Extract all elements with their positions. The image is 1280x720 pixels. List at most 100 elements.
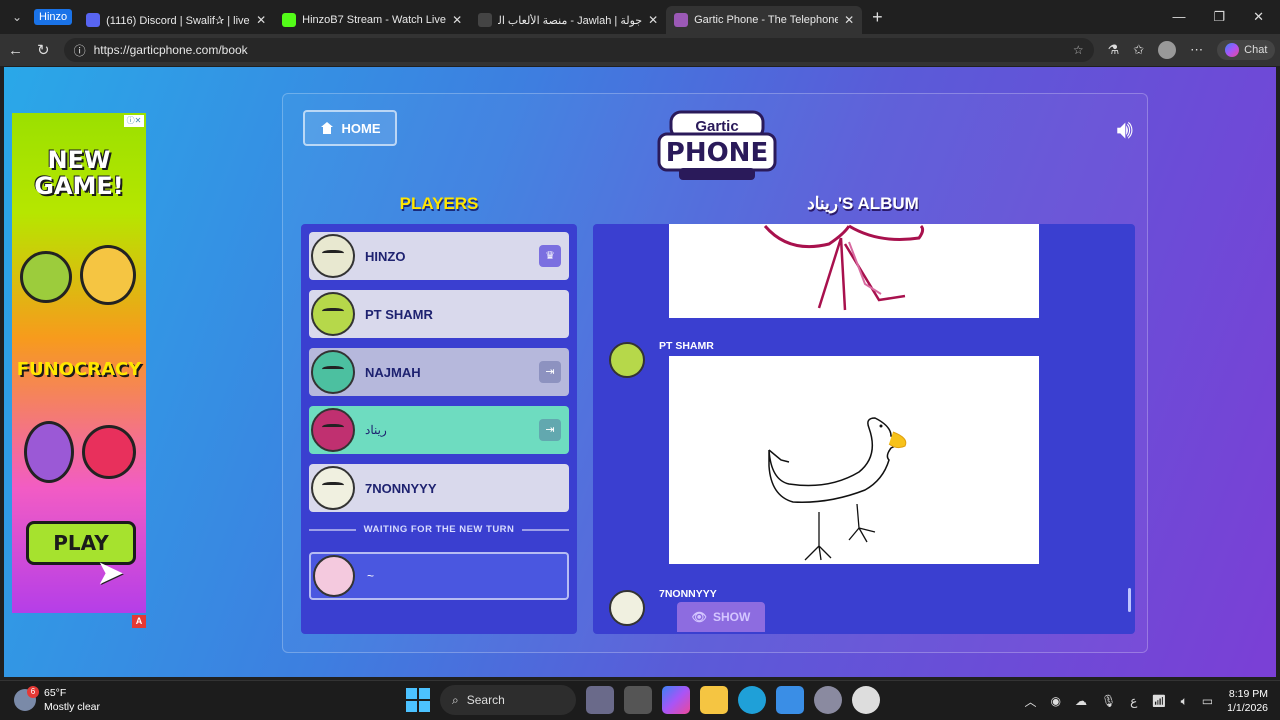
player-name: ريناد (365, 423, 387, 437)
angry-face-icon (82, 425, 136, 479)
copilot-icon (1225, 43, 1240, 57)
chat-label: Chat (1244, 44, 1268, 56)
bow-drawing (763, 224, 925, 311)
search-icon: ⌕ (452, 692, 459, 707)
player-name: PT SHAMR (365, 306, 433, 322)
speaker-icon[interactable]: 🔊︎ (1117, 114, 1133, 146)
tab-title: (1116) Discord | Swalif✰ | live (106, 14, 250, 27)
minimize-icon[interactable]: — (1172, 9, 1185, 25)
wifi-icon[interactable]: 📶︎ (1151, 694, 1166, 708)
copilot-app-icon[interactable] (662, 686, 690, 714)
drawing-card (669, 224, 1039, 318)
exit-icon: ⇥ (539, 361, 561, 383)
close-window-icon[interactable]: ✕ (1253, 9, 1264, 25)
tab-actions-menu[interactable]: ⌄ (0, 0, 34, 34)
album-feed[interactable]: PT SHAMR 7NONNYYY 👁︎ SHOW (593, 224, 1135, 634)
widgets-icon[interactable] (586, 686, 614, 714)
player-row-7nonnyyy[interactable]: 7NONNYYY (309, 464, 569, 512)
blonde-character-icon (80, 245, 136, 305)
start-icon[interactable] (406, 688, 430, 712)
address-bar[interactable]: ⓘ https://garticphone.com/book ☆ (63, 38, 1094, 62)
ad-brand: FUNOCRACY (16, 359, 142, 380)
reload-icon[interactable]: ↻ (37, 41, 50, 59)
jawlah-icon (478, 13, 493, 27)
players-heading: PLAYERS (399, 194, 479, 213)
advertisement[interactable]: ⓘ✕ NEW GAME! FUNOCRACY PLAY ➤ (12, 113, 146, 613)
album-heading: ريناد'S ALBUM (807, 194, 919, 213)
search-label: Search (466, 693, 505, 707)
player-row-reenad[interactable]: ريناد ⇥ (309, 406, 569, 454)
more-menu-icon[interactable]: ⋯ (1190, 42, 1203, 58)
microphone-icon[interactable]: 🎙︎ (1101, 694, 1116, 708)
taskbar-apps: ⌕ Search (406, 685, 880, 715)
player-avatar (311, 466, 355, 510)
chatgpt-icon[interactable] (852, 686, 880, 714)
file-explorer-icon[interactable] (700, 686, 728, 714)
weather-widget[interactable]: 6 65°F Mostly clear (14, 686, 100, 714)
settings-icon[interactable] (814, 686, 842, 714)
new-tab-button[interactable]: + (872, 7, 883, 28)
player-name: HINZO (365, 248, 406, 264)
logo-text-bottom: PHONE (666, 138, 768, 168)
home-button[interactable]: HOME (303, 110, 397, 146)
store-icon[interactable] (776, 686, 804, 714)
ad-badge: A (132, 615, 146, 628)
gartic-phone-logo: Gartic PHONE (657, 110, 777, 180)
clock-time: 8:19 PM (1228, 688, 1268, 700)
waiting-player-name: ~ (367, 569, 375, 583)
close-tab-icon[interactable]: ✕ (452, 13, 462, 27)
volume-icon[interactable]: 🔈︎ (1181, 694, 1188, 709)
tab-kick[interactable]: HinzoB7 Stream - Watch Live on K ✕ (274, 6, 470, 34)
clock[interactable]: 8:19 PM 1/1/2026 (1227, 687, 1268, 715)
exit-icon: ⇥ (539, 419, 561, 441)
profile-avatar[interactable] (1158, 41, 1177, 59)
window-controls: — ❐ ✕ (1172, 9, 1280, 25)
copilot-chat-button[interactable]: Chat (1217, 40, 1276, 60)
close-tab-icon[interactable]: ✕ (256, 13, 266, 27)
tab-jawlah[interactable]: جولة | Jawlah - منصة الألعاب التفاع ✕ (470, 6, 666, 34)
language-indicator[interactable]: ع (1130, 694, 1137, 708)
page-viewport: ⓘ✕ NEW GAME! FUNOCRACY PLAY ➤ A HOME Gar… (4, 67, 1276, 677)
chevron-up-icon[interactable]: ︿ (1024, 693, 1036, 710)
close-tab-icon[interactable]: ✕ (648, 13, 658, 27)
back-icon[interactable]: ← (8, 42, 23, 59)
taskbar-search[interactable]: ⌕ Search (440, 685, 576, 715)
tab-title: HinzoB7 Stream - Watch Live on K (302, 14, 446, 26)
tab-gartic[interactable]: Gartic Phone - The Telephone Gam ✕ (666, 6, 863, 34)
tab-title: جولة | Jawlah - منصة الألعاب التفاع (498, 14, 643, 27)
kick-icon (282, 13, 297, 27)
tab-discord[interactable]: (1116) Discord | Swalif✰ | live ✕ (78, 6, 274, 34)
clock-date: 1/1/2026 (1227, 702, 1268, 714)
onedrive-icon[interactable]: ☁ (1075, 694, 1087, 708)
show-button[interactable]: 👁︎ SHOW (677, 602, 765, 632)
player-name: 7NONNYYY (365, 480, 437, 496)
edge-icon[interactable] (738, 686, 766, 714)
adchoices-icon[interactable]: ⓘ✕ (124, 115, 144, 127)
crown-icon: ♛ (539, 245, 561, 267)
weather-icon: 6 (14, 686, 39, 711)
player-row-pt-shamr[interactable]: PT SHAMR (309, 290, 569, 338)
favorite-star-icon[interactable]: ☆ (1073, 43, 1084, 57)
author-name: 7NONNYYY (659, 588, 717, 600)
tray-app-icon[interactable]: ◉ (1050, 694, 1060, 708)
tab-group-label[interactable]: Hinzo (34, 9, 73, 25)
task-view-icon[interactable] (624, 686, 652, 714)
discord-icon (86, 13, 101, 27)
close-tab-icon[interactable]: ✕ (844, 13, 854, 27)
show-label: SHOW (712, 610, 751, 624)
waiting-player-slot[interactable]: ~ (309, 552, 569, 600)
album-scrollbar[interactable] (1128, 588, 1131, 612)
player-row-najmah[interactable]: NAJMAH ⇥ (309, 348, 569, 396)
home-label: HOME (341, 120, 381, 136)
extensions-icon[interactable]: ⚗ (1108, 42, 1120, 58)
player-row-hinzo[interactable]: HINZO ♛ (309, 232, 569, 280)
taskbar: 6 65°F Mostly clear ⌕ Search ︿ ◉ ☁ 🎙︎ ع … (0, 680, 1280, 720)
favorites-icon[interactable]: ✩ (1133, 42, 1144, 58)
author-name: PT SHAMR (659, 340, 714, 352)
site-info-icon[interactable]: ⓘ (74, 42, 86, 59)
author-avatar (609, 342, 645, 378)
weather-condition: Mostly clear (44, 701, 101, 713)
maximize-icon[interactable]: ❐ (1213, 9, 1225, 25)
battery-icon[interactable]: ▭ (1202, 694, 1213, 708)
tab-strip: ⌄ Hinzo (1116) Discord | Swalif✰ | live … (0, 0, 1280, 34)
